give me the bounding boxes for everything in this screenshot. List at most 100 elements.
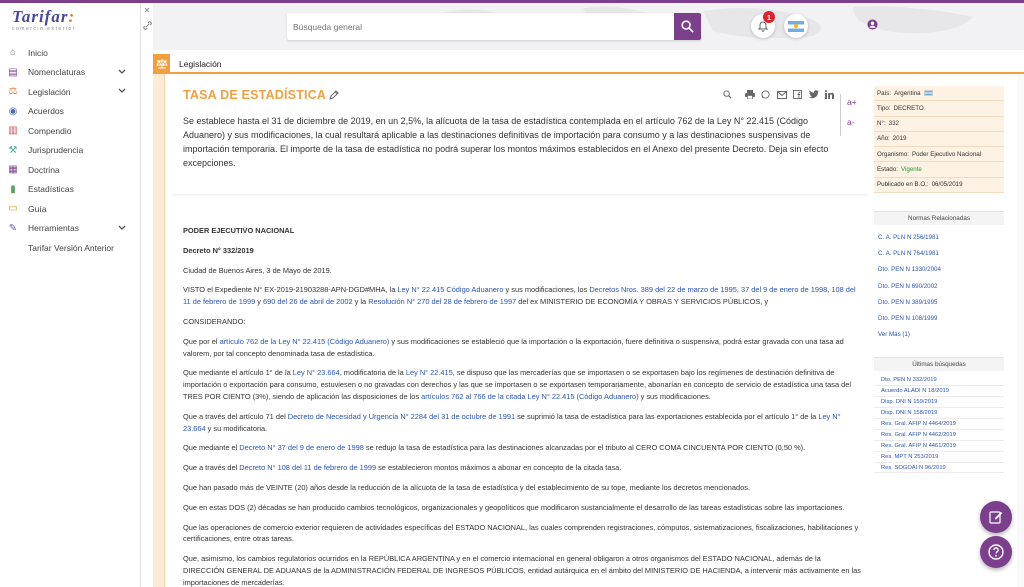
whatsapp-icon[interactable]	[760, 89, 771, 100]
chevron-down-icon[interactable]	[118, 68, 130, 77]
sidebar-item-nomenclaturas[interactable]: ▤ Nomenclaturas	[0, 63, 140, 83]
related-norms-list: C. A. PLN N 256/1981 C. A. PLN N 764/1981…	[874, 225, 1004, 343]
sidebar-toggle-strip: ✕	[141, 3, 153, 35]
books-icon: ▥	[8, 125, 18, 137]
paragraph: Que han pasado más de VEINTE (20) años d…	[183, 482, 750, 492]
metadata-value: DECRETO	[893, 104, 924, 112]
metadata-key: Publicado en B.O.:	[877, 181, 929, 189]
legislation-link[interactable]: artículo 762 de la Ley N° 22.415 (Código…	[220, 337, 390, 346]
recent-search-link[interactable]: Res. MPT N 253/2019	[874, 452, 1004, 463]
link-icon[interactable]	[142, 21, 152, 32]
legislation-link[interactable]: Decretos Nros. 389 del 22 de marzo de 19…	[589, 285, 737, 294]
edit-fab-button[interactable]	[980, 501, 1012, 533]
pencil-icon[interactable]	[329, 90, 339, 100]
metadata-key: Estado:	[877, 165, 898, 173]
legislation-link[interactable]: Decreto N° 108 del 11 de febrero de 1999	[239, 463, 376, 472]
sidebar-item-gu-a[interactable]: ▭ Guía	[0, 199, 140, 219]
search-button[interactable]	[674, 13, 701, 40]
recent-searches-title: Últimas búsquedas	[874, 357, 1004, 372]
related-norm-link[interactable]: Dto. PEN N 108/1999	[874, 311, 1004, 327]
sidebar-item-label: Estadísticas	[28, 184, 74, 195]
recent-search-link[interactable]: Acuerdo ALADI N 18/2019	[874, 386, 1004, 398]
legislation-link[interactable]: artículos 762 al 766 de la citada Ley N°…	[421, 392, 638, 401]
recent-search-link[interactable]: Res. SOGOAI N 96/2019	[874, 463, 1004, 474]
sidebar-item-jurisprudencia[interactable]: ⚒ Jurisprudencia	[0, 141, 140, 161]
metadata-row: N°: 332	[874, 117, 1004, 132]
recent-search-link[interactable]: Disp. DNI N 159/2019	[874, 397, 1004, 409]
legislation-link[interactable]: 37 del 9 de enero de 1998	[741, 285, 827, 294]
facebook-icon[interactable]	[792, 89, 803, 100]
print-icon[interactable]	[744, 89, 755, 100]
zoom-icon[interactable]	[722, 89, 733, 100]
recent-searches-list: Dto. PEN N 332/2019 Acuerdo ALADI N 18/20…	[874, 371, 1004, 474]
sidebar-item-doctrina[interactable]: ▦ Doctrina	[0, 160, 140, 180]
legislation-link[interactable]: Resolución N° 270 del 28 de febrero de 1…	[368, 297, 516, 306]
book-icon: ▤	[8, 66, 18, 78]
home-icon: ⌂	[9, 47, 17, 59]
font-decrease-button[interactable]: a-	[841, 114, 866, 134]
wrench-icon: ✎	[8, 222, 18, 234]
font-increase-button[interactable]: a+	[841, 94, 866, 114]
sidebar-item-legislaci-n[interactable]: ⚖ Legislación	[0, 82, 140, 102]
chevron-down-icon[interactable]	[118, 224, 130, 233]
sidebar-item-herramientas[interactable]: ✎ Herramientas	[0, 219, 140, 239]
paragraph: Que las operaciones de comercio exterior…	[183, 522, 859, 544]
legislation-link[interactable]: Decreto N° 37 del 9 de enero de 1998	[239, 443, 364, 452]
document-icon: ▦	[8, 164, 18, 176]
legislation-link[interactable]: Ley N° 23.664	[293, 368, 340, 377]
sidebar-item-acuerdos[interactable]: ◉ Acuerdos	[0, 102, 140, 122]
page-title: TASA DE ESTADÍSTICA	[183, 88, 327, 102]
logo[interactable]: Tarifar: comercio exterior	[0, 3, 140, 41]
related-norm-link[interactable]: Dto. PEN N 389/1995	[874, 295, 1004, 311]
guide-icon: ▭	[8, 203, 18, 215]
sidebar-item-inicio[interactable]: ⌂ Inicio	[0, 43, 140, 63]
document-content: TASA DE ESTADÍSTICA a+ a- Se establece h…	[172, 80, 868, 587]
metadata-value: 332	[888, 120, 899, 128]
related-norm-link[interactable]: Dto. PEN N 1330/2004	[874, 262, 1004, 278]
sidebar-item-estad-sticas[interactable]: ▮ Estadísticas	[0, 180, 140, 200]
related-norm-link[interactable]: Ver Más (1)	[874, 327, 1004, 343]
recent-search-link[interactable]: Res. Gral. AFIP N 4461/2019	[874, 441, 1004, 452]
legislation-link[interactable]: 690 del 26 de abril de 2002	[263, 297, 353, 306]
metadata-panel: País: Argentina Tipo: DECRETO N°: 332 Año: 2019…	[874, 86, 1004, 194]
font-size-controls: a+ a-	[840, 94, 866, 136]
recent-search-link[interactable]: Disp. DNI N 158/2019	[874, 408, 1004, 419]
sidebar-item-compendio[interactable]: ▥ Compendio	[0, 121, 140, 141]
related-norm-link[interactable]: C. A. PLN N 256/1981	[874, 230, 1004, 246]
search-input[interactable]	[287, 13, 671, 40]
legislation-link[interactable]: Ley N° 22.415 Código Aduanero	[397, 285, 503, 294]
sidebar-item-label: Legislación	[28, 86, 71, 97]
document-body: PODER EJECUTIVO NACIONAL Decreto N° 332/…	[183, 225, 863, 587]
metadata-row: Tipo: DECRETO	[874, 101, 1004, 117]
breadcrumb-label[interactable]: Legislación	[179, 59, 222, 69]
metadata-value: Vigente	[900, 165, 922, 173]
related-norm-link[interactable]: C. A. PLN N 764/1981	[874, 246, 1004, 262]
metadata-value: Argentina	[894, 89, 921, 97]
notification-badge: 1	[763, 11, 775, 23]
twitter-icon[interactable]	[808, 89, 819, 100]
linkedin-icon[interactable]	[824, 89, 835, 100]
share-toolbar	[722, 89, 835, 100]
country-selector[interactable]	[784, 14, 808, 38]
metadata-value: 06/05/2019	[931, 181, 963, 189]
help-fab-button[interactable]	[980, 536, 1012, 568]
paragraph: Que a través del artículo 71 del Decreto…	[183, 411, 841, 433]
sidebar-item-tarifar-versi-n-anterior[interactable]: Tarifar Versión Anterior	[0, 238, 140, 258]
user-icon[interactable]	[867, 19, 878, 30]
recent-search-link[interactable]: Dto. PEN N 332/2019	[874, 375, 1004, 387]
breadcrumb: Legislación	[153, 54, 1024, 74]
legislation-link[interactable]: Ley N° 22.415	[406, 368, 453, 377]
handshake-icon: ◉	[8, 105, 18, 117]
close-icon[interactable]: ✕	[144, 6, 151, 15]
recent-search-link[interactable]: Res. Gral. AFIP N 4464/2019	[874, 419, 1004, 430]
chevron-down-icon[interactable]	[118, 87, 130, 96]
email-icon[interactable]	[776, 89, 787, 100]
sidebar-item-label: Inicio	[28, 47, 48, 58]
recent-search-link[interactable]: Res. Gral. AFIP N 4462/2019	[874, 430, 1004, 441]
related-norm-link[interactable]: Dto. PEN N 690/2002	[874, 279, 1004, 295]
legislation-link[interactable]: Decreto de Necesidad y Urgencia N° 2284 …	[288, 412, 515, 421]
metadata-row: Organismo: Poder Ejecutivo Nacional	[874, 147, 1004, 163]
metadata-key: Tipo:	[877, 104, 891, 112]
scrollbar[interactable]	[1017, 74, 1024, 587]
metadata-key: Año:	[877, 135, 890, 143]
